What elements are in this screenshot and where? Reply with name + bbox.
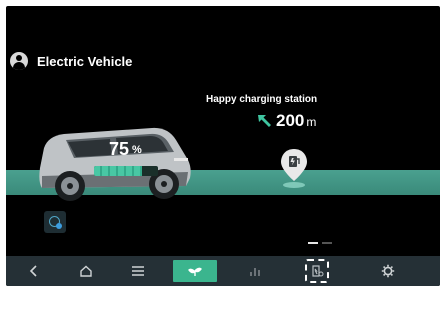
page-dot-active [308, 242, 318, 244]
battery-percent-sign: % [132, 144, 142, 157]
gear-icon [381, 264, 395, 278]
station-distance: 200 m [276, 112, 316, 130]
stats-button[interactable] [224, 256, 286, 286]
menu-icon [132, 266, 144, 276]
user-avatar-icon [10, 52, 28, 70]
back-button[interactable] [6, 256, 62, 286]
direction-arrow-icon [258, 115, 271, 127]
eco-active-highlight [173, 260, 217, 282]
selected-outline [305, 259, 329, 283]
charging-settings-icon [312, 265, 324, 277]
distance-value: 200 [276, 111, 305, 130]
charging-station-pin-icon[interactable] [276, 145, 312, 191]
battery-percent-value: 75 [109, 139, 130, 159]
page-indicator [308, 242, 332, 244]
home-icon [80, 265, 92, 277]
home-button[interactable] [62, 256, 110, 286]
charging-settings-button[interactable] [286, 256, 348, 286]
bottom-navbar [6, 256, 440, 286]
battery-level-fill [94, 166, 142, 176]
stats-icon [250, 268, 260, 276]
settings-button[interactable] [348, 256, 428, 286]
eco-leaf-icon [188, 267, 202, 276]
page-dot [322, 242, 332, 244]
station-name: Happy charging station [206, 94, 318, 105]
vehicle-name: Electric Vehicle [37, 53, 133, 69]
menu-button[interactable] [110, 256, 166, 286]
device-frame: Electric Vehicle Happy charging station … [0, 0, 446, 314]
eco-button[interactable] [166, 256, 224, 286]
battery-level-bar [94, 166, 158, 176]
electric-car-image [39, 127, 191, 201]
battery-percent: 75% [109, 139, 142, 160]
distance-unit: m [306, 115, 317, 129]
back-icon [29, 265, 37, 277]
vehicle-screen: Electric Vehicle Happy charging station … [6, 6, 440, 286]
status-widget-icon[interactable] [44, 211, 66, 233]
profile-header[interactable]: Electric Vehicle [10, 50, 132, 72]
